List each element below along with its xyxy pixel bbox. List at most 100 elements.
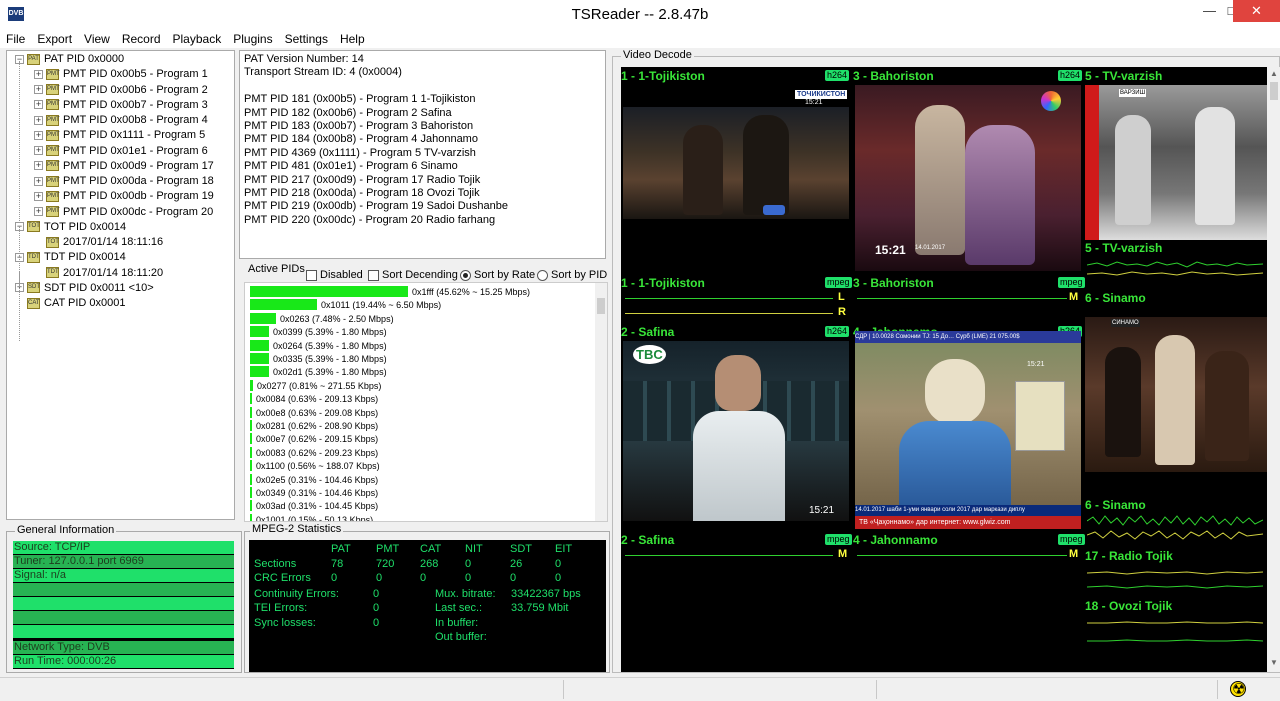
tree-node-label: SDT PID 0x0011 <10> <box>44 281 154 294</box>
sort-by-pid-radio[interactable]: Sort by PID <box>537 269 607 281</box>
pid-row[interactable]: 0x0083 (0.62% - 209.23 Kbps) <box>250 446 378 460</box>
pid-row[interactable]: 0x0277 (0.81% ~ 271.55 Kbps) <box>250 379 381 393</box>
tree-node[interactable]: − TDT TDT PID 0x0014 <box>15 250 126 265</box>
pid-row[interactable]: 0x0335 (5.39% - 1.80 Mbps) <box>250 353 387 366</box>
pid-tree[interactable]: − PAT PAT PID 0x0000 + PMT PMT PID 0x00b5 - P… <box>6 50 235 520</box>
pid-rate-label: 0x0349 (0.31% - 104.46 Kbps) <box>256 488 379 498</box>
menu-help[interactable]: Help <box>334 30 371 46</box>
channel-mono-label: M <box>1069 291 1079 303</box>
tree-node[interactable]: + PMT PMT PID 0x00da - Program 18 <box>34 174 214 189</box>
tree-node[interactable]: TOT 2017/01/14 18:11:16 <box>34 235 163 250</box>
channel-logo-icon <box>1041 91 1061 111</box>
pid-row[interactable]: 0x1001 (0.15% - 50.13 Kbps) <box>250 513 373 521</box>
tree-node[interactable]: + PMT PMT PID 0x00b6 - Program 2 <box>34 83 208 98</box>
expand-icon[interactable]: + <box>34 146 43 156</box>
pid-rate-label: 0x0335 (5.39% - 1.80 Mbps) <box>273 354 387 364</box>
sort-descending-checkbox[interactable]: Sort Decending <box>368 269 458 281</box>
channel-logo: TBC <box>633 345 666 364</box>
pid-row[interactable]: 0x1011 (19.44% ~ 6.50 Mbps) <box>250 299 441 312</box>
active-pids-list[interactable]: 0x1fff (45.62% ~ 15.25 Mbps) 0x1011 (19.4… <box>244 282 608 522</box>
tree-node-label: PMT PID 0x00dc - Program 20 <box>63 205 214 218</box>
pid-rate-label: 0x1fff (45.62% ~ 15.25 Mbps) <box>412 287 530 297</box>
status-separator <box>1217 680 1218 699</box>
tree-node-label: TOT PID 0x0014 <box>44 220 127 233</box>
sections-label: Sections <box>254 558 297 570</box>
video-tile-title: 5 - TV-varzish <box>1085 69 1163 83</box>
tree-node[interactable]: − TOT TOT PID 0x0014 <box>15 220 126 235</box>
expand-icon[interactable]: + <box>34 100 43 110</box>
expand-icon[interactable]: + <box>34 176 43 186</box>
menu-plugins[interactable]: Plugins <box>227 30 278 46</box>
col-nit: NIT <box>465 543 483 555</box>
menu-record[interactable]: Record <box>116 30 167 46</box>
pid-row[interactable]: 0x0264 (5.39% - 1.80 Mbps) <box>250 339 387 353</box>
pid-row[interactable]: 0x0263 (7.48% - 2.50 Mbps) <box>250 312 394 326</box>
video-thumbnail[interactable]: 15:21 14.01.2017 <box>855 85 1081 271</box>
expand-icon[interactable]: + <box>34 69 43 79</box>
pid-row[interactable]: 0x03ad (0.31% - 104.45 Kbps) <box>250 500 378 513</box>
pid-row[interactable]: 0x02d1 (5.39% - 1.80 Mbps) <box>250 366 387 379</box>
table-node-icon: PMT <box>46 206 60 218</box>
tree-node[interactable]: + PMT PMT PID 0x00b5 - Program 1 <box>34 67 208 82</box>
pid-row[interactable]: 0x0084 (0.63% - 209.13 Kbps) <box>250 393 378 406</box>
audio-tile-title: 6 - Sinamo <box>1085 291 1146 305</box>
menu-view[interactable]: View <box>78 30 116 46</box>
menu-bar: File Export View Record Playback Plugins Setti… <box>0 30 1280 48</box>
audio-tile-title: 17 - Radio Tojik <box>1085 549 1173 563</box>
tree-node[interactable]: + PMT PMT PID 0x00db - Program 19 <box>34 189 214 204</box>
pid-rate-label: 0x02e5 (0.31% - 104.46 Kbps) <box>256 474 379 485</box>
expand-icon[interactable]: + <box>34 191 43 201</box>
video-thumbnail[interactable]: TBC 15:21 <box>623 341 849 521</box>
expand-icon[interactable]: + <box>34 207 43 217</box>
general-info-row: Network Type: DVB <box>13 641 234 654</box>
pid-row[interactable]: 0x0281 (0.62% - 208.90 Kbps) <box>250 420 378 433</box>
expand-icon[interactable]: + <box>34 161 43 171</box>
video-thumbnail[interactable]: ТОЧИКИСТОН 15:21 <box>623 85 849 271</box>
sort-by-rate-radio[interactable]: Sort by Rate <box>460 269 535 281</box>
pid-row[interactable]: 0x0349 (0.31% - 104.46 Kbps) <box>250 487 378 500</box>
table-node-icon: TDT <box>27 251 40 263</box>
pid-row[interactable]: 0x1100 (0.56% ~ 188.07 Kbps) <box>250 460 380 473</box>
menu-settings[interactable]: Settings <box>279 30 334 46</box>
tree-node[interactable]: − PAT PAT PID 0x0000 <box>15 52 124 67</box>
pid-list-scrollbar[interactable] <box>595 283 607 521</box>
tree-node[interactable]: + PMT PMT PID 0x00b8 - Program 4 <box>34 113 208 128</box>
video-thumbnail[interactable]: СДР | 10.0028 Сомонии ТЈ: 15 До… Сурб (L… <box>855 331 1081 529</box>
menu-playback[interactable]: Playback <box>167 30 228 46</box>
tree-node[interactable]: + SDT SDT PID 0x0011 <10> <box>15 281 154 296</box>
channel-logo: ВАРЗИШ <box>1119 89 1147 97</box>
tree-node[interactable]: + PMT PMT PID 0x00dc - Program 20 <box>34 205 213 220</box>
tree-node[interactable]: + PMT PMT PID 0x01e1 - Program 6 <box>34 144 208 159</box>
close-button[interactable]: ✕ <box>1233 0 1280 22</box>
expand-icon[interactable]: + <box>34 85 43 95</box>
tree-node[interactable]: + PMT PMT PID 0x00b7 - Program 3 <box>34 98 208 113</box>
radiation-icon <box>1230 680 1246 698</box>
pid-rate-bar <box>250 406 252 418</box>
pid-row[interactable]: 0x00e7 (0.62% - 209.15 Kbps) <box>250 433 378 446</box>
pid-row[interactable]: 0x1fff (45.62% ~ 15.25 Mbps) <box>250 286 530 299</box>
disabled-checkbox[interactable]: Disabled <box>306 269 363 281</box>
pid-row[interactable]: 0x00e8 (0.63% - 209.08 Kbps) <box>250 406 378 420</box>
pid-rate-bar <box>250 379 253 391</box>
pat-detail-line <box>244 80 601 93</box>
video-tile-title: 3 - Bahoriston <box>853 69 934 83</box>
sections-pmt: 720 <box>376 558 395 570</box>
codec-badge: mpeg <box>825 534 852 545</box>
video-thumbnail[interactable]: ВАРЗИШ <box>1085 85 1267 240</box>
tree-node[interactable]: + PMT PMT PID 0x00d9 - Program 17 <box>34 159 214 174</box>
tree-node[interactable]: TDT 2017/01/14 18:11:20 <box>34 266 163 281</box>
video-decode-scrollbar[interactable]: ▲ ▼ <box>1268 67 1280 672</box>
video-thumbnail[interactable]: СИНАМО <box>1085 317 1267 472</box>
pid-rate-label: 0x02d1 (5.39% - 1.80 Mbps) <box>273 367 387 378</box>
channel-left-label: L <box>838 291 845 303</box>
expand-icon[interactable]: + <box>34 115 43 125</box>
tree-node-label: PMT PID 0x00d9 - Program 17 <box>63 159 214 172</box>
tree-node[interactable]: CAT CAT PID 0x0001 <box>15 296 126 311</box>
pid-row[interactable]: 0x0399 (5.39% - 1.80 Mbps) <box>250 326 387 339</box>
menu-export[interactable]: Export <box>31 30 78 46</box>
tree-node[interactable]: + PMT PMT PID 0x1111 - Program 5 <box>34 128 205 143</box>
expand-icon[interactable]: + <box>34 130 43 140</box>
pid-row[interactable]: 0x02e5 (0.31% - 104.46 Kbps) <box>250 473 379 487</box>
audio-tile-title: 6 - Sinamo <box>1085 498 1146 512</box>
menu-file[interactable]: File <box>0 30 31 46</box>
